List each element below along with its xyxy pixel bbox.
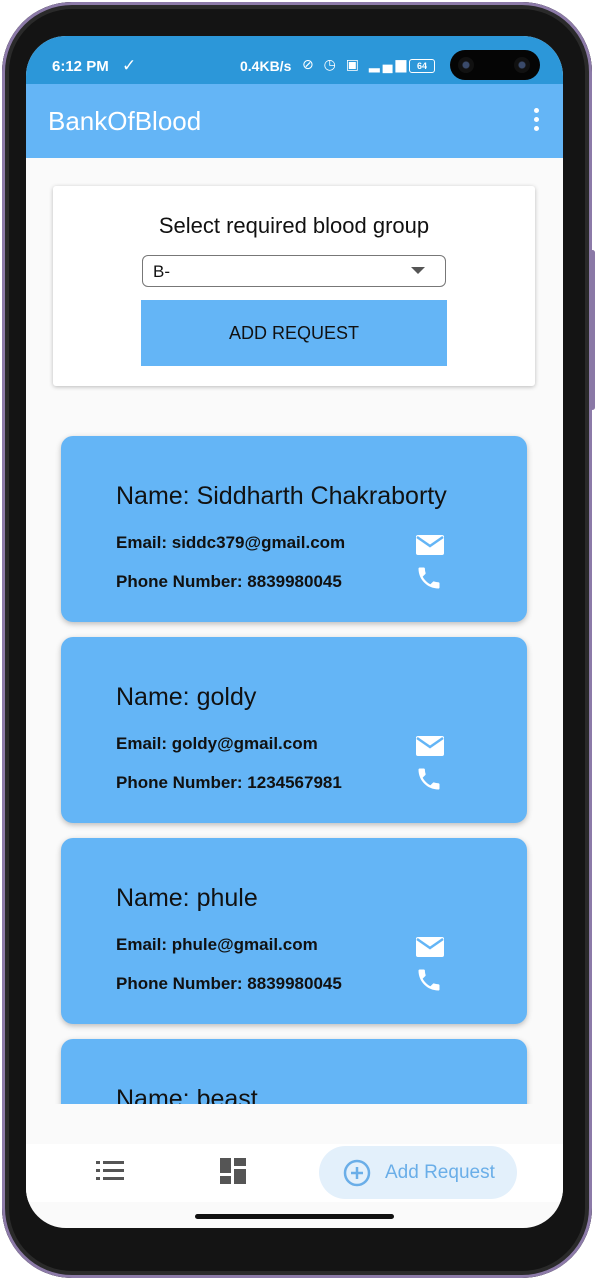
- camera-lens-icon: [458, 57, 474, 73]
- donor-card: Name: Siddharth Chakraborty Email: siddc…: [61, 436, 527, 622]
- status-time: 6:12 PM: [52, 58, 109, 75]
- donor-name: Name: goldy: [116, 683, 257, 711]
- camera-lens-icon: [514, 57, 530, 73]
- nav-add-request-label: Add Request: [385, 1162, 495, 1183]
- donor-email: Email: siddc379@gmail.com: [116, 533, 346, 552]
- donor-card: Name: goldy Email: goldy@gmail.com Phone…: [61, 637, 527, 823]
- screen: 6:12 PM ✓ 0.4KB/s ⊘ ◷ ▣ ▂▄▆ 64 BankOfBlo…: [26, 36, 563, 1228]
- network-speed: 0.4KB/s: [240, 58, 292, 74]
- status-bar: 6:12 PM ✓ 0.4KB/s ⊘ ◷ ▣ ▂▄▆ 64: [26, 36, 563, 84]
- donor-phone: Phone Number: 8839980045: [116, 572, 342, 591]
- app-bar: BankOfBlood: [26, 84, 563, 158]
- status-icons: ⊘ ◷ ▣ ▂▄▆: [302, 56, 410, 72]
- add-circle-icon: [343, 1159, 371, 1187]
- donor-name: Name: beast: [116, 1085, 258, 1104]
- more-vert-icon[interactable]: [531, 108, 541, 134]
- email-icon[interactable]: [415, 935, 445, 959]
- email-icon[interactable]: [415, 734, 445, 758]
- check-icon: ✓: [122, 56, 137, 75]
- add-request-button[interactable]: ADD REQUEST: [141, 300, 447, 366]
- donor-card: Name: phule Email: phule@gmail.com Phone…: [61, 838, 527, 1024]
- battery-icon: 64: [409, 59, 435, 73]
- phone-icon[interactable]: [415, 966, 443, 994]
- donor-card: Name: beast: [61, 1039, 527, 1104]
- donor-list[interactable]: Name: Siddharth Chakraborty Email: siddc…: [26, 416, 563, 1104]
- phone-icon[interactable]: [415, 564, 443, 592]
- bottom-nav: Add Request: [26, 1144, 563, 1202]
- volume-button: [590, 250, 595, 410]
- front-cameras: [450, 50, 540, 80]
- donor-name: Name: Siddharth Chakraborty: [116, 482, 447, 510]
- nav-add-request[interactable]: Add Request: [319, 1146, 517, 1199]
- dropdown-arrow-icon: [411, 267, 425, 274]
- donor-phone: Phone Number: 1234567981: [116, 773, 342, 792]
- blood-group-label: Select required blood group: [158, 213, 430, 238]
- home-indicator[interactable]: [195, 1214, 394, 1219]
- phone-frame: 6:12 PM ✓ 0.4KB/s ⊘ ◷ ▣ ▂▄▆ 64 BankOfBlo…: [0, 0, 596, 1280]
- phone-icon[interactable]: [415, 765, 443, 793]
- list-icon[interactable]: [96, 1159, 124, 1183]
- request-card: Select required blood group B- ADD REQUE…: [53, 186, 535, 386]
- donor-phone: Phone Number: 8839980045: [116, 974, 342, 993]
- app-title: BankOfBlood: [48, 106, 202, 136]
- dashboard-icon[interactable]: [220, 1158, 246, 1184]
- email-icon[interactable]: [415, 533, 445, 557]
- donor-email: Email: phule@gmail.com: [116, 935, 318, 954]
- blood-group-dropdown[interactable]: B-: [142, 255, 446, 287]
- donor-email: Email: goldy@gmail.com: [116, 734, 318, 753]
- donor-name: Name: phule: [116, 884, 258, 912]
- dropdown-selected-value: B-: [153, 262, 170, 281]
